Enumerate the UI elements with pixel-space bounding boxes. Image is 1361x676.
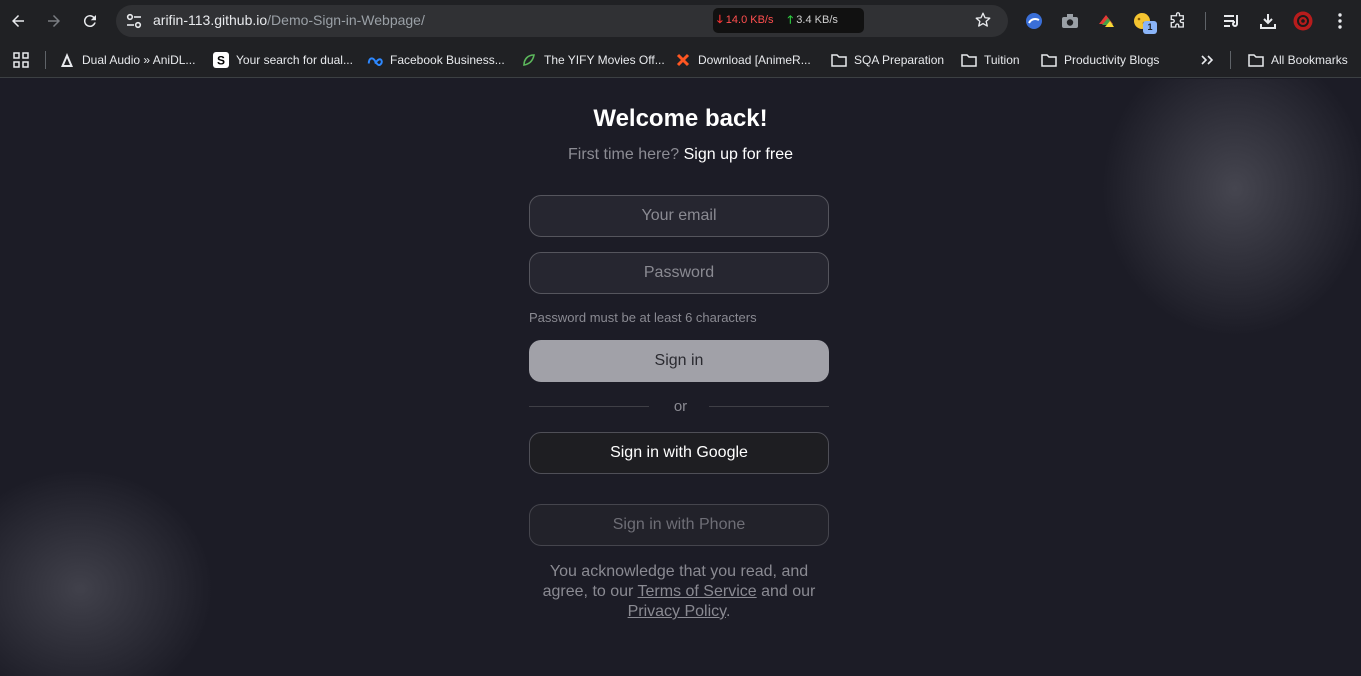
toolbar-divider: [1205, 12, 1206, 30]
password-hint: Password must be at least 6 characters: [529, 310, 757, 325]
bookmark-item[interactable]: The YIFY Movies Off...: [521, 50, 665, 70]
bookmark-folder[interactable]: Productivity Blogs: [1041, 50, 1159, 70]
apps-grid-button[interactable]: [13, 50, 29, 70]
url-text[interactable]: arifin-113.github.io/Demo-Sign-in-Webpag…: [153, 12, 425, 28]
password-field[interactable]: Password: [529, 252, 829, 294]
download-speed-value: 14.0 KB/s: [725, 14, 774, 26]
media-queue-icon[interactable]: [1222, 11, 1242, 31]
bookmark-label: Tuition: [984, 53, 1020, 67]
folder-icon: [831, 52, 847, 68]
apps-grid-icon: [13, 52, 29, 68]
extensions-puzzle-icon[interactable]: [1168, 11, 1188, 31]
bookmark-label: The YIFY Movies Off...: [544, 53, 665, 67]
bookmark-item[interactable]: S Your search for dual...: [213, 50, 353, 70]
or-separator: or: [673, 398, 688, 415]
address-bar[interactable]: arifin-113.github.io/Demo-Sign-in-Webpag…: [116, 5, 1008, 37]
forward-arrow-icon: [48, 15, 60, 27]
profile-avatar[interactable]: [1293, 11, 1313, 31]
site-settings-icon[interactable]: [124, 11, 144, 31]
bookmark-divider: [1230, 51, 1231, 69]
bookmark-label: Dual Audio » AniDL...: [82, 53, 196, 67]
svg-text:S: S: [217, 54, 225, 68]
down-arrow-icon: 🡓: [717, 14, 723, 26]
privacy-link[interactable]: Privacy Policy: [628, 603, 726, 620]
phone-sign-in-button[interactable]: Sign in with Phone: [529, 504, 829, 546]
bookmark-label: Productivity Blogs: [1064, 53, 1160, 67]
page-title: Welcome back!: [593, 105, 768, 132]
all-bookmarks-folder[interactable]: All Bookmarks: [1248, 50, 1348, 70]
bookmark-label: Your search for dual...: [236, 53, 353, 67]
s-logo-icon: S: [213, 52, 229, 68]
browser-menu-icon[interactable]: [1330, 11, 1350, 31]
bookmark-star-icon[interactable]: [974, 11, 992, 29]
bookmark-item[interactable]: Facebook Business...: [367, 50, 505, 70]
bookmark-folder[interactable]: SQA Preparation: [831, 50, 944, 70]
terms-link[interactable]: Terms of Service: [638, 583, 757, 600]
browser-toolbar: arifin-113.github.io/Demo-Sign-in-Webpag…: [0, 0, 1361, 42]
legal-end: .: [725, 603, 731, 620]
color-extension-icon[interactable]: [1096, 11, 1116, 31]
up-arrow-icon: 🡑: [787, 14, 794, 26]
or-divider-right: [709, 406, 829, 407]
bookmark-folder[interactable]: Tuition: [961, 50, 1020, 70]
downloads-icon[interactable]: [1258, 11, 1278, 31]
bookmark-label: Download [AnimeR...: [698, 53, 811, 67]
url-host: arifin-113.github.io: [153, 12, 268, 28]
network-speed-widget: 🡓 14.0 KB/s 🡑 3.4 KB/s: [713, 8, 864, 33]
legal-notice: You acknowledge that you read, and agree…: [529, 562, 829, 622]
bookmark-item[interactable]: Dual Audio » AniDL...: [59, 50, 195, 70]
signup-link[interactable]: Sign up for free: [684, 146, 793, 163]
password-placeholder: Password: [643, 264, 715, 281]
bookmark-label: All Bookmarks: [1271, 53, 1348, 67]
more-bookmarks-button[interactable]: [1200, 50, 1214, 70]
bookmarks-bar: Dual Audio » AniDL... S Your search for …: [0, 42, 1361, 78]
legal-text: and our: [761, 583, 816, 600]
email-placeholder: Your email: [641, 207, 717, 224]
email-field[interactable]: Your email: [529, 195, 829, 237]
back-arrow-icon: [12, 15, 24, 27]
extension-badge: 1: [1143, 21, 1157, 34]
folder-icon: [1041, 52, 1057, 68]
bookmark-label: SQA Preparation: [854, 53, 945, 67]
bookmark-item[interactable]: Download [AnimeR...: [675, 50, 811, 70]
yify-icon: [521, 52, 537, 68]
reload-button[interactable]: [78, 9, 102, 33]
download-speed: 🡓 14.0 KB/s: [717, 11, 774, 30]
signup-prompt: First time here? Sign up for free: [0, 146, 1361, 164]
signup-prompt-text: First time here?: [568, 146, 680, 163]
url-path: /Demo-Sign-in-Webpage/: [267, 12, 425, 28]
back-button[interactable]: [6, 9, 30, 33]
extension-circle-icon[interactable]: [1024, 11, 1044, 31]
sign-in-page: Welcome back! First time here? Sign up f…: [0, 79, 1361, 676]
upload-speed: 🡑 3.4 KB/s: [788, 11, 838, 30]
bookmark-divider: [45, 51, 46, 69]
reload-icon: [83, 15, 96, 28]
bookmark-label: Facebook Business...: [390, 53, 505, 67]
sign-in-button[interactable]: Sign in: [529, 340, 829, 382]
chevron-double-right-icon: [1201, 55, 1214, 65]
upload-speed-value: 3.4 KB/s: [796, 14, 838, 26]
folder-icon: [961, 52, 977, 68]
forward-button[interactable]: [42, 9, 66, 33]
x-icon: [675, 52, 691, 68]
anidl-icon: [59, 52, 75, 68]
meta-icon: [367, 52, 383, 68]
folder-icon: [1248, 52, 1264, 68]
camera-extension-icon[interactable]: [1060, 11, 1080, 31]
google-sign-in-button[interactable]: Sign in with Google: [529, 432, 829, 474]
